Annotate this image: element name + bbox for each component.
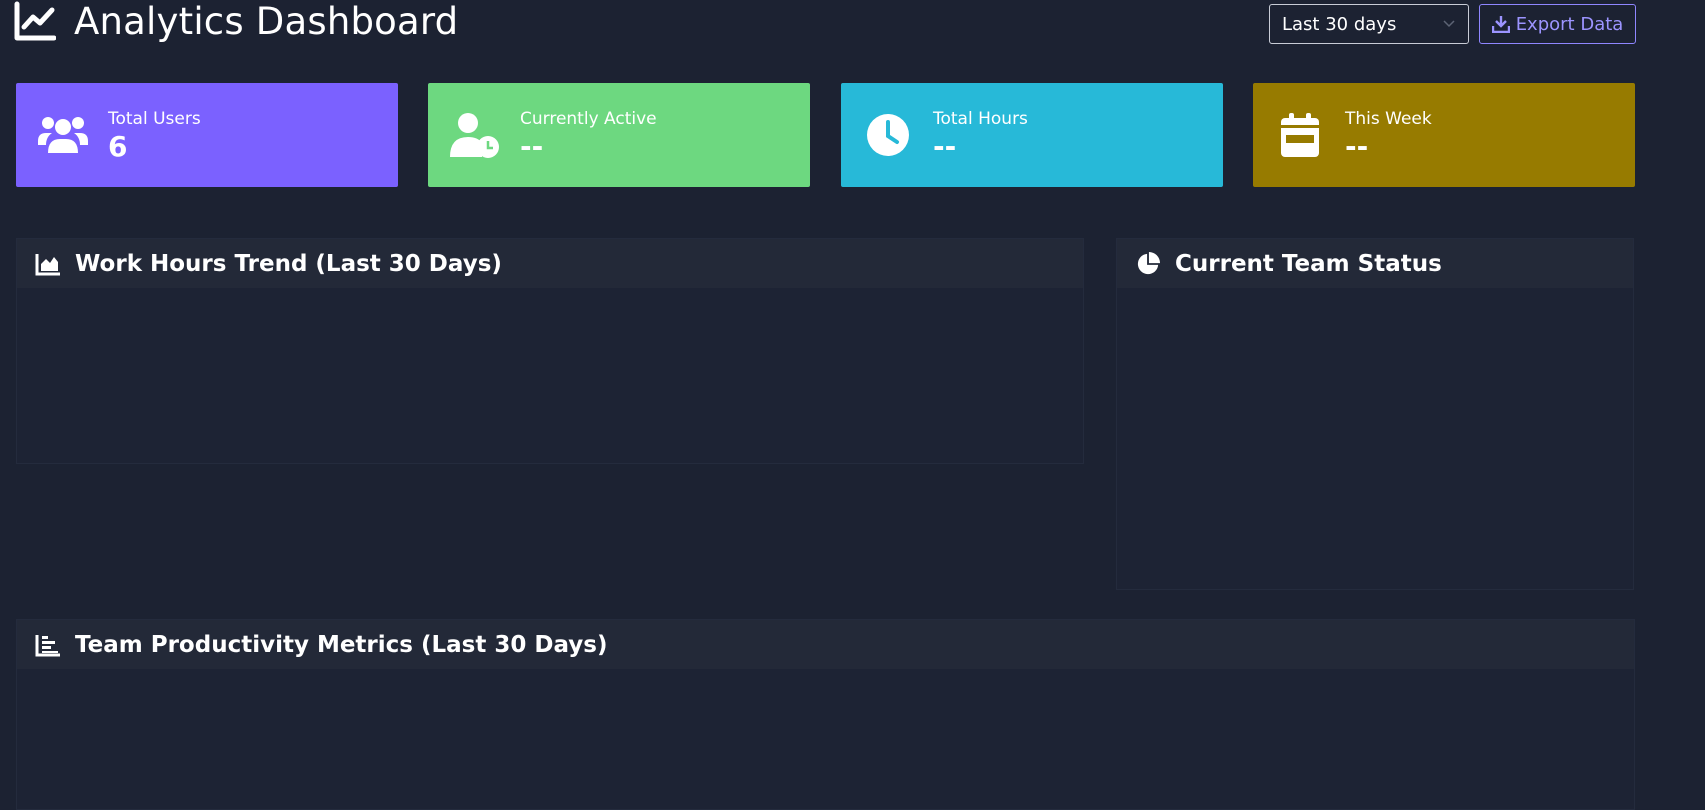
area-chart-icon (35, 253, 60, 275)
date-range-select[interactable]: Last 30 days (1269, 4, 1469, 44)
stat-value: -- (520, 130, 544, 163)
stat-card-total-hours: Total Hours -- (841, 83, 1223, 187)
stat-label: Currently Active (520, 109, 657, 129)
date-range-value: Last 30 days (1282, 13, 1397, 35)
user-clock-icon (448, 108, 502, 162)
page-title: Analytics Dashboard (74, 0, 459, 43)
stat-card-total-users: Total Users 6 (16, 83, 398, 187)
panel-title: Current Team Status (1175, 250, 1442, 277)
stat-card-this-week: This Week -- (1253, 83, 1635, 187)
team-productivity-panel: Team Productivity Metrics (Last 30 Days) (16, 619, 1635, 810)
export-data-button[interactable]: Export Data (1479, 4, 1636, 44)
chart-line-icon (14, 1, 56, 41)
panel-header: Team Productivity Metrics (Last 30 Days) (17, 620, 1634, 669)
stat-value: -- (933, 130, 957, 163)
work-hours-trend-panel: Work Hours Trend (Last 30 Days) (16, 238, 1084, 464)
panel-title: Work Hours Trend (Last 30 Days) (75, 250, 502, 277)
panel-header: Work Hours Trend (Last 30 Days) (17, 239, 1083, 288)
download-icon (1491, 16, 1510, 33)
users-icon (36, 108, 90, 162)
pie-chart-icon (1137, 251, 1160, 274)
stat-label: Total Users (108, 109, 201, 129)
stat-label: Total Hours (933, 109, 1028, 129)
page-header: Analytics Dashboard (14, 0, 459, 43)
stat-card-currently-active: Currently Active -- (428, 83, 810, 187)
analytics-dashboard: Analytics Dashboard Last 30 days Export … (0, 0, 1705, 810)
export-data-label: Export Data (1515, 13, 1624, 35)
stat-value: -- (1345, 130, 1369, 163)
stat-label: This Week (1345, 109, 1432, 129)
bar-chart-icon (35, 634, 60, 656)
stat-value: 6 (108, 130, 128, 163)
panel-title: Team Productivity Metrics (Last 30 Days) (75, 631, 608, 658)
chevron-down-icon (1443, 20, 1455, 28)
scroll-gutter (1648, 0, 1705, 810)
clock-icon (861, 108, 915, 162)
current-team-status-panel: Current Team Status (1116, 238, 1634, 590)
panel-header: Current Team Status (1117, 239, 1633, 288)
calendar-week-icon (1273, 108, 1327, 162)
